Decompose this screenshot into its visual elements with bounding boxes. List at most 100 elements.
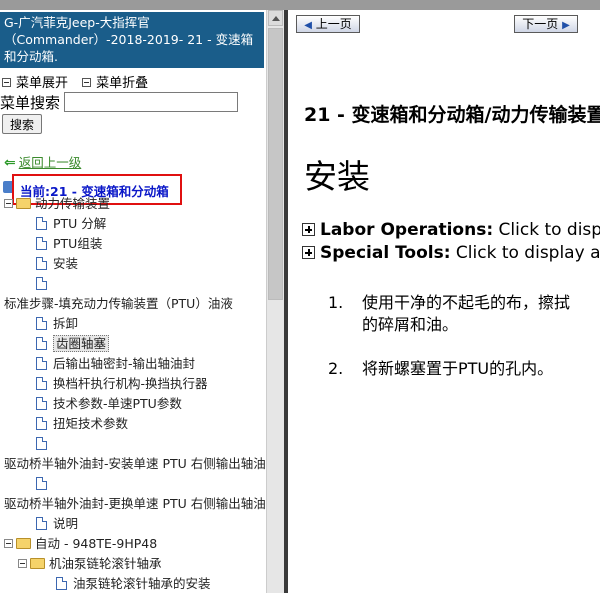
step-number: 1. [328, 293, 344, 312]
plus-icon [302, 223, 315, 236]
special-tools-text: Click to display all [450, 243, 600, 263]
page-heading: 安装 [304, 157, 370, 196]
document-icon [36, 237, 47, 250]
labor-operations-label: Labor Operations: [320, 220, 494, 240]
document-icon [36, 217, 47, 230]
step-text: 使用干净的不起毛的布，擦拭 [362, 293, 571, 312]
tree-node-label: 说明 [53, 516, 79, 531]
document-icon [36, 337, 47, 350]
collapse-node-icon[interactable] [4, 199, 13, 208]
document-icon [36, 437, 47, 450]
tree-node[interactable]: PTU 分解 [36, 214, 106, 234]
tree-node-label: 换档杆执行机构-换挡执行器 [53, 376, 208, 391]
tree-node-label: 安装 [53, 256, 79, 271]
menu-toggle-bar: 菜单展开 菜单折叠 [2, 72, 158, 91]
tree-node-label: 技术参数-单速PTU参数 [53, 396, 182, 411]
next-page-button[interactable]: 下一页 ▶ [514, 15, 578, 33]
tree-node[interactable]: PTU组装 [36, 234, 102, 254]
manual-title-line: 和分动箱. [4, 49, 58, 64]
prev-arrow-icon: ◀ [304, 20, 312, 31]
tree-node-label: 拆卸 [53, 316, 79, 331]
tree-node[interactable]: 驱动桥半轴外油封-更换单速 PTU 右侧输出轴油封 [4, 494, 266, 514]
tree-node[interactable]: 驱动桥半轴外油封-安装单速 PTU 右侧输出轴油封 [4, 454, 266, 474]
back-link-label: 返回上一级 [18, 155, 82, 170]
tree-node[interactable]: 自动 - 948TE-9HP48 [4, 534, 157, 554]
tree-node[interactable]: 安装 [36, 254, 78, 274]
tree-node[interactable]: 换档杆执行机构-换挡执行器 [36, 374, 208, 394]
folder-icon [30, 558, 45, 569]
menu-expand-label: 菜单展开 [16, 76, 69, 91]
section-title: 21 - 变速箱和分动箱/动力传输装置 [304, 104, 600, 126]
document-icon [36, 317, 47, 330]
prev-page-label: 上一页 [315, 17, 352, 31]
page-nav-bar: ◀ 上一页 下一页 ▶ [288, 10, 600, 38]
collapse-node-icon[interactable] [4, 539, 13, 548]
step-text: 将新螺塞置于PTU的孔内。 [362, 359, 554, 378]
special-tools-toggle[interactable]: Special Tools: Click to display all [302, 243, 600, 263]
menu-search-input[interactable] [64, 92, 238, 112]
document-icon [36, 257, 47, 270]
tree-node-label: 油泵链轮滚针轴承的安装 [73, 576, 211, 591]
tree-node[interactable]: 技术参数-单速PTU参数 [36, 394, 182, 414]
tree-node[interactable]: 动力传输装置 [4, 194, 110, 214]
tree-node[interactable]: 齿圈轴塞 [36, 334, 110, 354]
document-icon [36, 277, 47, 290]
manual-title: G-广汽菲克Jeep-大指挥官 （Commander）-2018-2019- 2… [0, 12, 264, 68]
next-page-label: 下一页 [522, 17, 559, 31]
labor-operations-text: Click to display [498, 220, 600, 240]
tree-node[interactable] [36, 474, 53, 494]
menu-scrollbar[interactable] [266, 10, 284, 593]
special-tools-label: Special Tools: [320, 243, 451, 263]
prev-page-button[interactable]: ◀ 上一页 [296, 15, 360, 33]
document-icon [36, 477, 47, 490]
tree-node-label: 后输出轴密封-输出轴油封 [53, 356, 196, 371]
tree-node-label: PTU 分解 [53, 216, 107, 231]
tree-node-label: 动力传输装置 [35, 196, 111, 211]
tree-node[interactable]: 标准步骤-填充动力传输装置（PTU）油液 [4, 294, 233, 314]
step-number: 2. [328, 359, 344, 378]
search-button[interactable]: 搜索 [2, 114, 42, 134]
scroll-up-icon[interactable] [268, 10, 283, 26]
tree-node[interactable]: 拆卸 [36, 314, 78, 334]
back-arrow-icon: ⇐ [4, 155, 16, 171]
menu-expand-button[interactable]: 菜单展开 [2, 76, 68, 91]
tree-node-label: 驱动桥半轴外油封-更换单速 PTU 右侧输出轴油封 [4, 496, 266, 511]
tree-node-label: 自动 - 948TE-9HP48 [35, 536, 158, 551]
content-pane: ◀ 上一页 下一页 ▶ 21 - 变速箱和分动箱/动力传输装置 安装 Labor… [288, 10, 600, 593]
scroll-thumb[interactable] [268, 28, 283, 300]
tree-node[interactable]: 说明 [36, 514, 78, 534]
tree-node-label: 标准步骤-填充动力传输装置（PTU）油液 [4, 296, 233, 311]
tree-node-label: 齿圈轴塞 [53, 335, 110, 352]
tree-node-label: 机油泵链轮滚针轴承 [49, 556, 162, 571]
tree-node-label: PTU组装 [53, 236, 103, 251]
tree-node[interactable]: 后输出轴密封-输出轴油封 [36, 354, 195, 374]
folder-icon [16, 198, 31, 209]
document-icon [36, 517, 47, 530]
manual-title-line: （Commander）-2018-2019- 21 - 变速箱 [4, 32, 254, 47]
tree-node-label: 扭矩技术参数 [53, 416, 129, 431]
step-text: 的碎屑和油。 [362, 315, 459, 334]
plus-icon [302, 246, 315, 259]
expand-icon [2, 78, 11, 87]
menu-collapse-label: 菜单折叠 [96, 76, 149, 91]
document-icon [36, 377, 47, 390]
menu-pane: G-广汽菲克Jeep-大指挥官 （Commander）-2018-2019- 2… [0, 10, 266, 593]
collapse-node-icon[interactable] [18, 559, 27, 568]
tree-node[interactable] [36, 274, 53, 294]
tree-node[interactable]: 机油泵链轮滚针轴承 [18, 554, 162, 574]
collapse-icon [82, 78, 92, 87]
next-arrow-icon: ▶ [562, 20, 570, 31]
tree-node-label: 驱动桥半轴外油封-安装单速 PTU 右侧输出轴油封 [4, 456, 266, 471]
manual-title-line: G-广汽菲克Jeep-大指挥官 [4, 15, 150, 30]
tree-node[interactable]: 扭矩技术参数 [36, 414, 128, 434]
tree-node[interactable] [36, 434, 53, 454]
tree-node[interactable]: 油泵链轮滚针轴承的安装 [56, 574, 211, 593]
menu-collapse-button[interactable]: 菜单折叠 [82, 76, 148, 91]
document-icon [56, 577, 67, 590]
folder-icon [16, 538, 31, 549]
window-top-strip [0, 0, 600, 10]
document-icon [36, 357, 47, 370]
labor-operations-toggle[interactable]: Labor Operations: Click to display [302, 220, 600, 240]
document-icon [36, 417, 47, 430]
back-link[interactable]: ⇐ 返回上一级 [4, 152, 81, 171]
